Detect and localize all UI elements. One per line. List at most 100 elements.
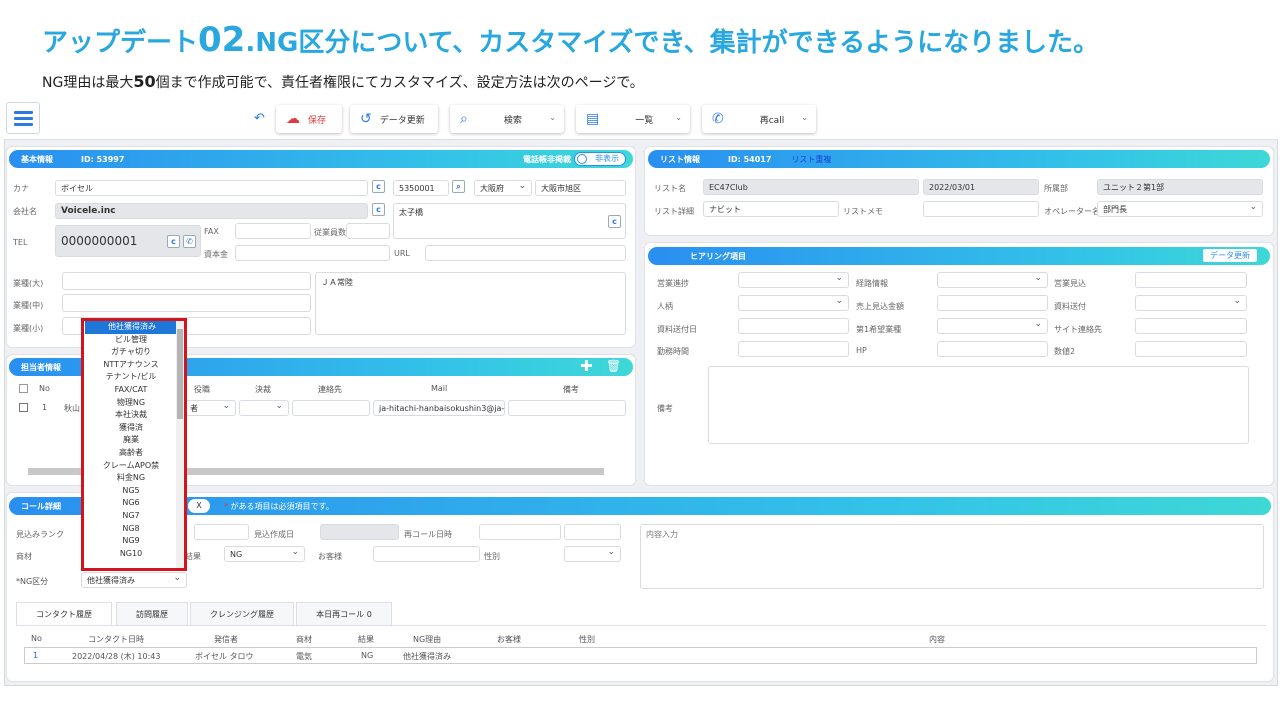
row-note-field[interactable] [508, 400, 626, 416]
sales-forecast-label: 営業見込 [1054, 279, 1086, 288]
industry-large-field[interactable] [62, 272, 311, 290]
sales-amount-field[interactable] [937, 295, 1048, 311]
ng-option[interactable]: 廃業 [84, 434, 178, 447]
employees-field[interactable] [346, 223, 390, 239]
ng-option[interactable]: ビル管理 [84, 334, 178, 347]
clear-button[interactable]: X [188, 499, 210, 513]
tab-contact-history[interactable]: コンタクト履歴 [16, 602, 112, 626]
ng-option[interactable]: NG10 [84, 548, 178, 561]
industry-mid-field[interactable] [62, 294, 311, 312]
fax-field[interactable] [235, 223, 311, 239]
prefecture-select[interactable]: 大阪府 [474, 180, 532, 196]
result-select[interactable]: NG [224, 546, 305, 562]
document-send-select[interactable] [1135, 295, 1247, 311]
data-refresh-button[interactable]: ↺ データ更新 [350, 105, 438, 133]
list-detail-field[interactable]: ナビット [703, 201, 839, 217]
kana-field[interactable]: ボイセル [55, 180, 368, 196]
operator-select[interactable]: 部門長 [1097, 201, 1263, 217]
number2-field[interactable] [1135, 341, 1247, 357]
tab-cleansing-history[interactable]: クレンジング履歴 [190, 602, 294, 626]
phone-icon[interactable]: ✆ [183, 235, 196, 248]
document-date-field[interactable] [738, 318, 849, 334]
ng-option[interactable]: NG8 [84, 523, 178, 536]
customer-field[interactable] [373, 546, 480, 562]
ng-option[interactable]: NG6 [84, 497, 178, 510]
rank-field[interactable] [194, 524, 249, 540]
url-field[interactable] [425, 245, 626, 261]
list-date-field[interactable]: 2022/03/01 [923, 179, 1039, 195]
document-icon: ▤ [586, 111, 600, 127]
dept-label: 所属部 [1044, 184, 1068, 193]
select-all-checkbox[interactable] [19, 384, 28, 393]
dept-field[interactable]: ユニット２第1部 [1097, 179, 1263, 195]
copy-icon[interactable]: c [608, 215, 621, 228]
ng-option[interactable]: NTTアナウンス [84, 359, 178, 372]
ng-option[interactable]: クレームAPO禁 [84, 460, 178, 473]
row-checkbox[interactable] [19, 403, 28, 412]
content-input[interactable]: 内容入力 [640, 524, 1264, 589]
url-label: URL [394, 249, 410, 258]
ng-category-select[interactable]: 他社獲得済み [81, 572, 187, 588]
copy-icon[interactable]: c [372, 203, 385, 216]
visibility-toggle[interactable]: 非表示 [574, 152, 626, 166]
recall-time-field[interactable] [564, 524, 621, 540]
search-icon[interactable]: ⌕ [452, 180, 465, 193]
delete-icon[interactable]: 🗑 [606, 359, 621, 373]
hearing-update-button[interactable]: データ更新 [1203, 249, 1257, 262]
city-field[interactable]: 大阪市旭区 [535, 180, 626, 196]
ng-option[interactable]: テナント/ビル [84, 371, 178, 384]
hist-col-ng-reason: NG理由 [413, 635, 442, 644]
company-field[interactable]: Voicele.inc [55, 203, 368, 219]
recall-date-field[interactable] [479, 524, 561, 540]
search-button[interactable]: ⌕ 検索 ⌄ [450, 105, 564, 133]
list-name-field[interactable]: EC47Club [703, 179, 919, 195]
row-role-select[interactable]: 者 [184, 400, 236, 416]
hist-row-no[interactable]: 1 [33, 651, 38, 660]
ng-option[interactable]: 獲得済 [84, 422, 178, 435]
tab-today-recall[interactable]: 本日再コール 0 [296, 602, 392, 626]
company-note-field[interactable]: ＪＡ常陸 [315, 272, 626, 335]
site-contact-field[interactable] [1135, 318, 1247, 334]
remarks-field[interactable] [708, 366, 1249, 444]
zip-field[interactable]: 5350001 [393, 180, 449, 196]
preferred-industry-select[interactable] [937, 318, 1048, 334]
copy-icon[interactable]: c [167, 235, 180, 248]
capital-field[interactable] [235, 245, 390, 261]
undo-icon[interactable]: ↶ [254, 111, 265, 126]
row-contact-field[interactable] [292, 400, 370, 416]
personality-select[interactable] [738, 295, 849, 311]
tab-visit-history[interactable]: 訪問履歴 [116, 602, 188, 626]
route-select[interactable] [937, 272, 1048, 288]
ng-option[interactable]: ガチャ切り [84, 346, 178, 359]
created-field[interactable] [320, 524, 399, 540]
sales-forecast-field[interactable] [1135, 272, 1247, 288]
sales-progress-select[interactable] [738, 272, 849, 288]
ng-option[interactable]: 他社獲得済み [85, 321, 179, 334]
dropdown-scrollbar[interactable] [176, 321, 184, 568]
hp-field[interactable] [937, 341, 1048, 357]
document-date-label: 資料送付日 [657, 325, 697, 334]
ng-option[interactable]: NG5 [84, 485, 178, 498]
ng-option[interactable]: FAX/CAT [84, 384, 178, 397]
address-field[interactable]: 太子橋 [393, 203, 626, 239]
ng-option[interactable]: 料金NG [84, 472, 178, 485]
copy-icon[interactable]: c [372, 180, 385, 193]
gender-select[interactable] [564, 546, 621, 562]
ng-option[interactable]: 本社決裁 [84, 409, 178, 422]
save-button[interactable]: ☁ 保存 [276, 105, 342, 133]
ng-category-dropdown: 他社獲得済み ビル管理 ガチャ切り NTTアナウンス テナント/ビル FAX/CAT 物理N… [81, 318, 187, 571]
ng-option[interactable]: NG9 [84, 535, 178, 548]
rank-label: 見込みランク [16, 530, 64, 539]
row-approval-select[interactable] [239, 400, 289, 416]
ng-option[interactable]: 高齢者 [84, 447, 178, 460]
row-mail-field[interactable]: ja-hitachi-hanbaisokushin3@ja- [373, 400, 505, 416]
ng-option[interactable]: 物理NG [84, 397, 178, 410]
work-hours-field[interactable] [738, 341, 849, 357]
recall-button[interactable]: ✆ 再call ⌄ [702, 105, 816, 133]
phonebook-label: 電話帳非掲載 [523, 155, 571, 164]
hamburger-menu-button[interactable] [6, 102, 40, 134]
list-button[interactable]: ▤ 一覧 ⌄ [576, 105, 690, 133]
list-memo-field[interactable] [923, 201, 1039, 217]
add-contact-icon[interactable]: ✚ [580, 357, 593, 375]
ng-option[interactable]: NG7 [84, 510, 178, 523]
